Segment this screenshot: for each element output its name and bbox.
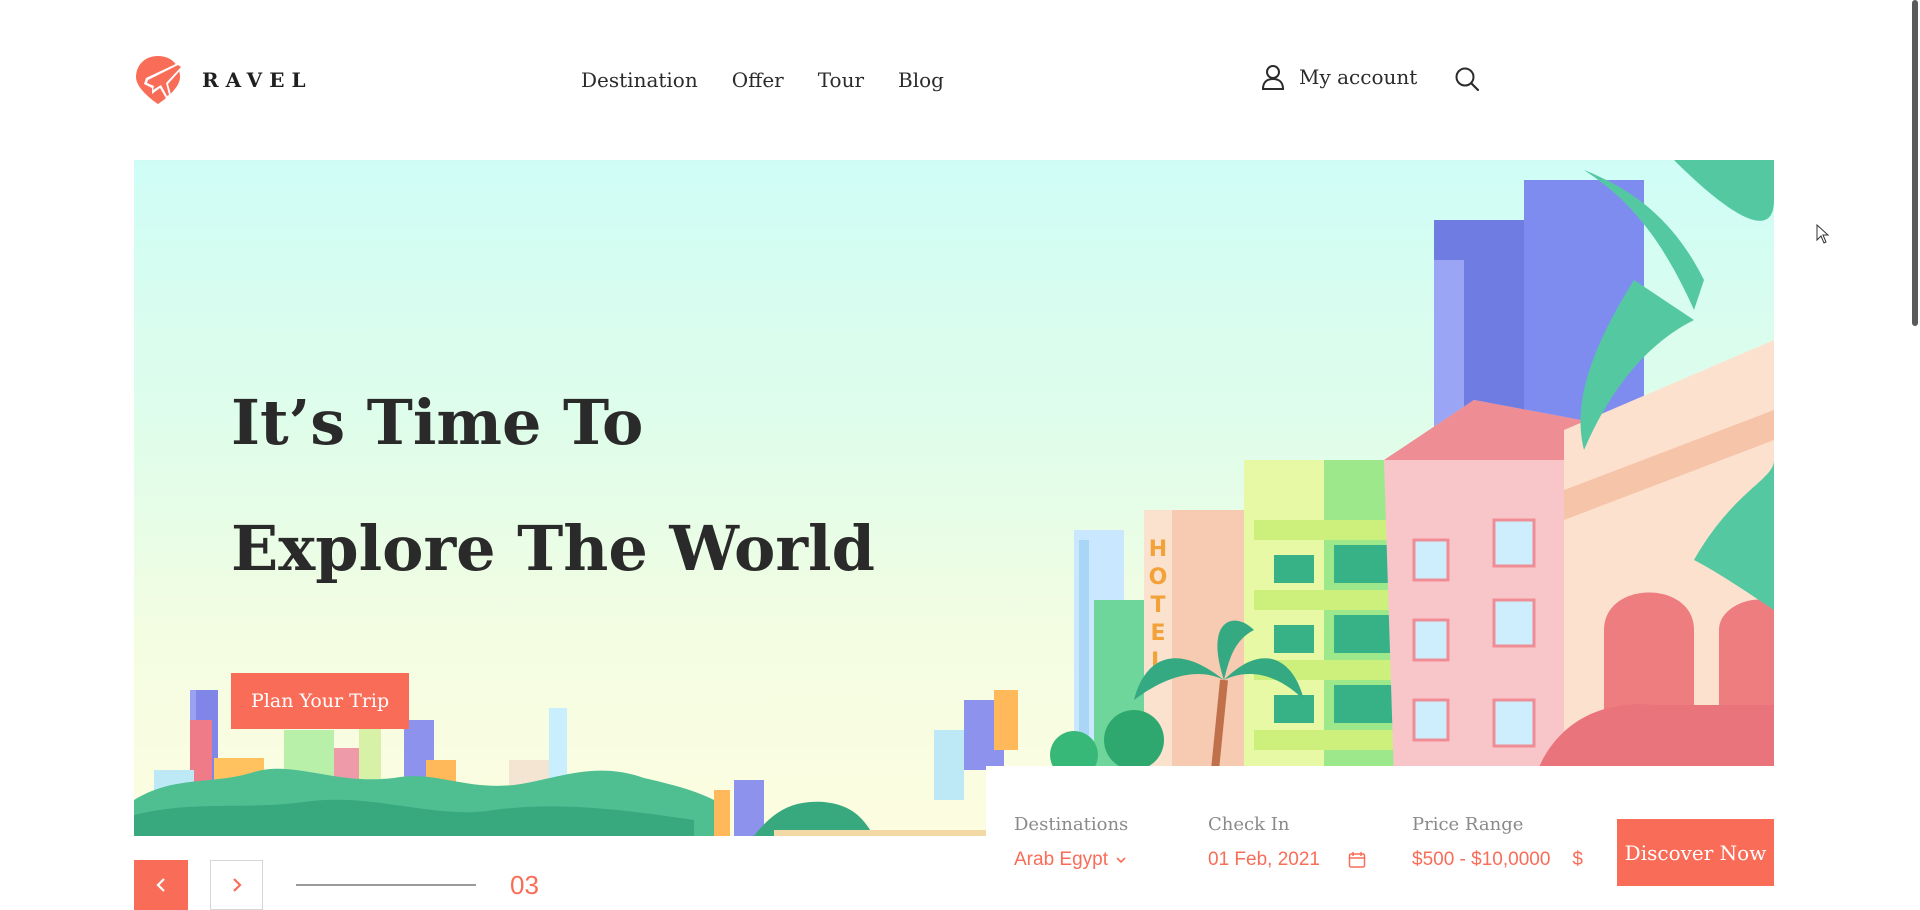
next-slide-button[interactable] bbox=[210, 860, 263, 910]
dollar-icon: $ bbox=[1572, 849, 1583, 870]
price-range-value[interactable]: $500 - $10,0000 bbox=[1412, 849, 1550, 871]
nav-item-tour[interactable]: Tour bbox=[818, 68, 864, 92]
hotel-sign-h: H bbox=[1149, 537, 1167, 562]
price-range-label: Price Range bbox=[1412, 814, 1524, 835]
mouse-pointer-icon bbox=[1816, 224, 1830, 244]
scrollbar-thumb[interactable] bbox=[1912, 0, 1918, 326]
site-header: RAVEL Destination Offer Tour Blog My acc… bbox=[0, 0, 1920, 160]
search-button[interactable] bbox=[1454, 66, 1480, 96]
plan-your-trip-button[interactable]: Plan Your Trip bbox=[231, 673, 410, 729]
hero-title-line-2: Explore The World bbox=[231, 512, 875, 585]
search-icon bbox=[1455, 67, 1480, 92]
destinations-field[interactable]: Destinations Arab Egypt bbox=[1014, 814, 1128, 871]
main-nav: Destination Offer Tour Blog bbox=[581, 68, 944, 92]
destinations-label: Destinations bbox=[1014, 814, 1129, 835]
slide-progress-fill bbox=[296, 884, 476, 886]
check-in-date[interactable]: 01 Feb, 2021 bbox=[1208, 849, 1320, 871]
hero-headline: It’s Time To Explore The World bbox=[231, 360, 875, 612]
my-account-label: My account bbox=[1299, 65, 1418, 89]
nav-item-destination[interactable]: Destination bbox=[581, 68, 698, 92]
chevron-right-icon bbox=[232, 878, 242, 892]
slide-number: 03 bbox=[510, 870, 539, 900]
check-in-field[interactable]: Check In 01 Feb, 2021 bbox=[1208, 814, 1366, 871]
destinations-select[interactable]: Arab Egypt bbox=[1014, 849, 1108, 871]
brand-name: RAVEL bbox=[202, 68, 313, 92]
logo[interactable]: RAVEL bbox=[134, 54, 313, 106]
chevron-left-icon bbox=[156, 878, 165, 892]
my-account-link[interactable]: My account bbox=[1261, 64, 1417, 90]
chevron-down-icon[interactable] bbox=[1116, 856, 1126, 864]
hero-banner: H O T E L It’s Time To Explore The World… bbox=[134, 160, 1774, 836]
calendar-icon[interactable] bbox=[1348, 851, 1366, 869]
user-icon bbox=[1261, 65, 1285, 90]
hotel-sign-e: E bbox=[1150, 621, 1165, 646]
previous-slide-button[interactable] bbox=[134, 860, 188, 910]
hotel-sign-t: T bbox=[1150, 593, 1165, 618]
discover-now-button[interactable]: Discover Now bbox=[1617, 819, 1774, 886]
nav-item-blog[interactable]: Blog bbox=[898, 68, 944, 92]
slide-progress-bar bbox=[296, 884, 476, 886]
check-in-label: Check In bbox=[1208, 814, 1290, 835]
page-scrollbar[interactable] bbox=[1910, 0, 1920, 910]
price-range-field[interactable]: Price Range $500 - $10,0000 $ bbox=[1412, 814, 1583, 871]
hero-title-line-1: It’s Time To bbox=[231, 386, 644, 459]
hotel-sign-o: O bbox=[1149, 565, 1168, 590]
plane-pin-logo-icon bbox=[136, 56, 184, 104]
nav-item-offer[interactable]: Offer bbox=[732, 68, 784, 92]
